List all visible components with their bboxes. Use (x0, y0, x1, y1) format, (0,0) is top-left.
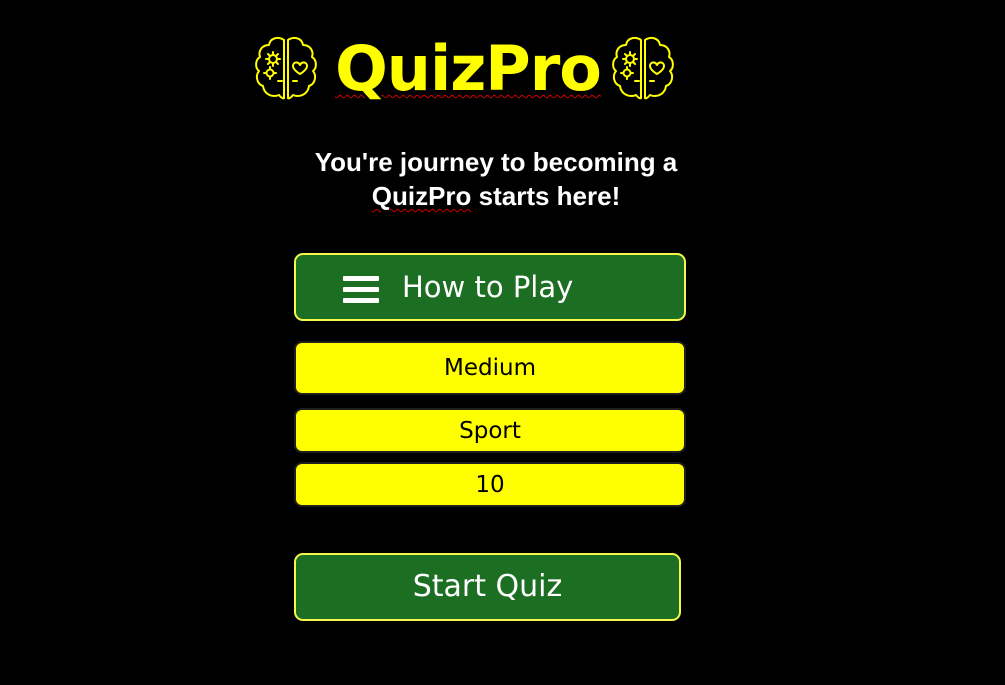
tagline-line1: You're journey to becoming a (314, 147, 678, 177)
app-title-text: QuizPro (335, 32, 602, 105)
question-count-select[interactable]: 10 (294, 462, 686, 507)
app-header: QuizPro (250, 30, 680, 110)
how-to-play-button[interactable]: How to Play (294, 253, 686, 321)
category-select[interactable]: Sport (294, 408, 686, 453)
how-to-play-label: How to Play (402, 270, 574, 304)
tagline: You're journey to becoming a QuizPro sta… (290, 145, 702, 213)
difficulty-select[interactable]: Medium (294, 341, 686, 395)
hamburger-menu-icon (343, 276, 381, 306)
app-title: QuizPro (330, 30, 606, 110)
brain-icon (612, 36, 674, 100)
brain-icon (255, 36, 317, 100)
tagline-line2: starts here! (471, 181, 621, 211)
start-quiz-button[interactable]: Start Quiz (294, 553, 681, 621)
tagline-brand: QuizPro (371, 181, 472, 211)
